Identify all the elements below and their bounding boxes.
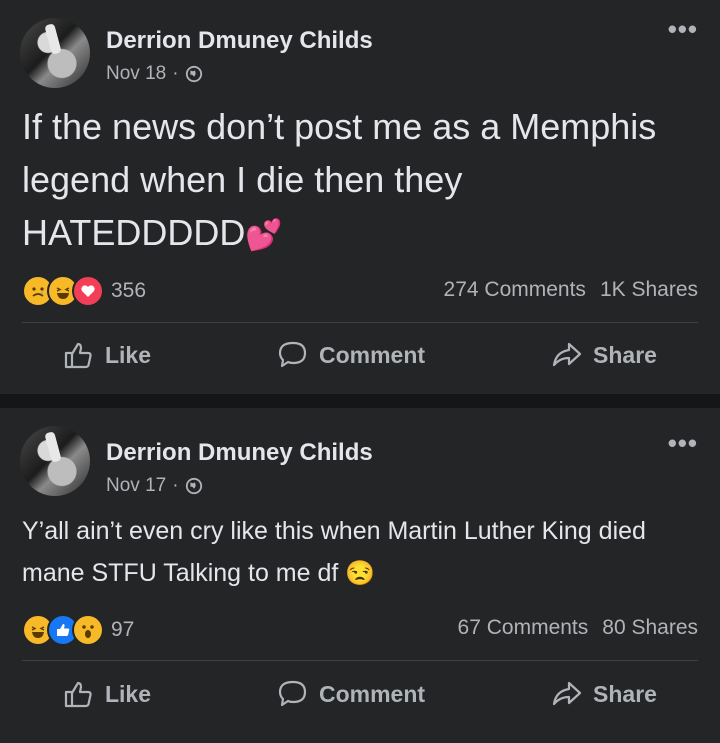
meta-separator-dot: ·: [172, 63, 179, 84]
post-stats: 274 Comments 1K Shares: [444, 278, 698, 302]
post-text-content: If the news don’t post me as a Memphis l…: [22, 106, 657, 253]
unamused-face-emoji: 😒: [345, 560, 376, 587]
wow-emoji-icon: [72, 614, 104, 646]
shares-count[interactable]: 80 Shares: [602, 616, 698, 640]
globe-icon: [185, 65, 202, 83]
author-name[interactable]: Derrion Dmuney Childs: [106, 439, 373, 467]
shares-count[interactable]: 1K Shares: [600, 278, 698, 302]
post-card: Derrion Dmuney Childs Nov 17 · ••• Y’all…: [0, 408, 720, 743]
comment-label: Comment: [319, 341, 426, 368]
post-meta: Nov 18 ·: [106, 63, 203, 85]
comment-bubble-icon: [278, 341, 307, 368]
reactions-summary[interactable]: 356: [22, 275, 146, 307]
divider: [22, 322, 698, 323]
more-options-icon[interactable]: •••: [668, 430, 698, 456]
like-button[interactable]: Like: [45, 340, 169, 370]
like-label: Like: [104, 680, 152, 707]
comment-label: Comment: [319, 680, 426, 707]
post-date[interactable]: Nov 17: [106, 475, 166, 497]
like-label: Like: [104, 341, 152, 368]
post-stats: 67 Comments 80 Shares: [458, 616, 698, 640]
avatar[interactable]: [20, 18, 90, 88]
thumbs-up-icon: [64, 681, 92, 708]
comment-bubble-icon: [278, 680, 307, 707]
comment-button[interactable]: Comment: [259, 340, 443, 370]
thumbs-up-icon: [64, 342, 92, 369]
share-label: Share: [593, 341, 657, 368]
globe-icon: [185, 477, 202, 495]
comments-count[interactable]: 67 Comments: [458, 616, 589, 640]
post-text-content: Y’all ain’t even cry like this when Mart…: [22, 517, 646, 587]
comments-count[interactable]: 274 Comments: [444, 278, 586, 302]
share-label: Share: [593, 680, 657, 707]
reactions-summary[interactable]: 97: [22, 614, 134, 646]
love-heart-icon: [72, 275, 104, 307]
reaction-count: 356: [111, 279, 147, 302]
comment-button[interactable]: Comment: [259, 679, 443, 709]
post-text: Y’all ain’t even cry like this when Mart…: [22, 510, 700, 595]
post-date[interactable]: Nov 18: [106, 63, 166, 85]
two-hearts-emoji: 💕: [245, 219, 283, 252]
action-bar: Like Comment Share: [0, 679, 720, 709]
share-arrow-icon: [552, 342, 582, 367]
meta-separator-dot: ·: [172, 475, 179, 496]
post-meta: Nov 17 ·: [106, 475, 203, 497]
divider: [22, 660, 698, 661]
like-button[interactable]: Like: [45, 679, 169, 709]
post-text: If the news don’t post me as a Memphis l…: [22, 100, 690, 262]
avatar[interactable]: [20, 426, 90, 496]
share-arrow-icon: [552, 681, 582, 706]
reaction-count: 97: [111, 618, 135, 641]
action-bar: Like Comment Share: [0, 340, 720, 370]
share-button[interactable]: Share: [533, 340, 675, 370]
share-button[interactable]: Share: [533, 679, 675, 709]
more-options-icon[interactable]: •••: [668, 16, 698, 42]
author-name[interactable]: Derrion Dmuney Childs: [106, 27, 373, 55]
post-card: Derrion Dmuney Childs Nov 18 · ••• If th…: [0, 0, 720, 394]
